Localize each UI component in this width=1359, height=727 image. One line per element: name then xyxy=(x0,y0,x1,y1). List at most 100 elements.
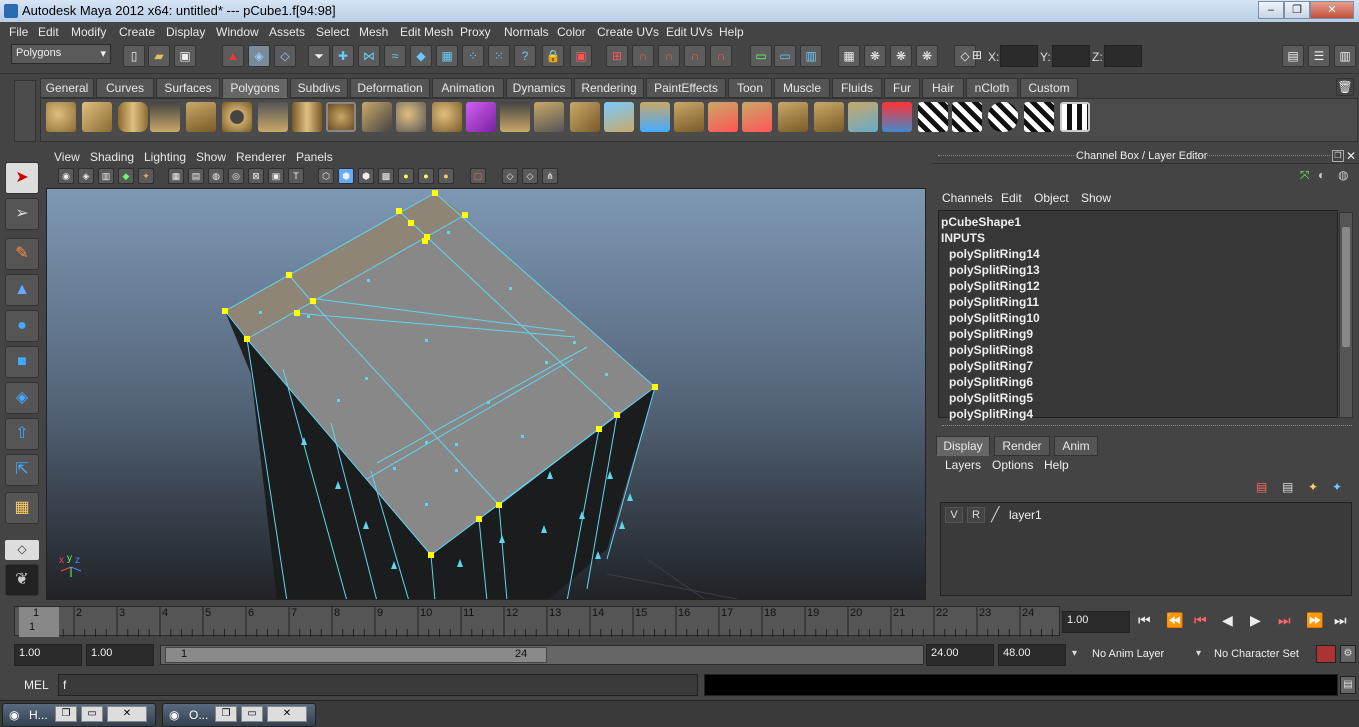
sculpt-icon[interactable] xyxy=(882,102,912,132)
minimize-button[interactable]: – xyxy=(1258,1,1284,19)
hull-icon[interactable]: ⁘ xyxy=(462,45,484,67)
select-tool-icon[interactable]: ➤ xyxy=(5,162,39,194)
poly-torus-icon[interactable] xyxy=(222,102,252,132)
menu-select[interactable]: Select xyxy=(316,25,349,39)
panel-menu-view[interactable]: View xyxy=(54,150,80,164)
bevel-icon[interactable] xyxy=(778,102,808,132)
snap-grid-icon[interactable]: ⊞ xyxy=(606,45,628,67)
anim-layer-selector[interactable]: No Anim Layer xyxy=(1088,644,1198,666)
wedge-icon[interactable] xyxy=(848,102,878,132)
tab-curves[interactable]: Curves xyxy=(96,78,154,98)
layer-reference-toggle[interactable]: R xyxy=(967,507,985,523)
layer-menu-options[interactable]: Options xyxy=(992,458,1033,472)
rotate-tool-icon[interactable]: ● xyxy=(5,310,39,342)
poly-cylinder-icon[interactable] xyxy=(118,102,148,132)
layer-name[interactable]: layer1 xyxy=(1009,508,1042,522)
merge-edge-icon[interactable] xyxy=(742,102,772,132)
current-time-field[interactable]: 1.00 xyxy=(1062,611,1130,633)
channel-item[interactable]: polySplitRing11 xyxy=(949,295,1039,309)
snap-plane-icon[interactable]: ∩ xyxy=(684,45,706,67)
poly-sphere-icon[interactable] xyxy=(46,102,76,132)
menu-create-uvs[interactable]: Create UVs xyxy=(597,25,659,39)
uv-mode-icon[interactable]: ◆ xyxy=(410,45,432,67)
channel-rotate-icon[interactable]: ◐ xyxy=(1318,168,1334,184)
step-back-key-icon[interactable]: ⏮ xyxy=(1194,612,1207,629)
float-panel-icon[interactable]: ❐ xyxy=(1332,150,1344,162)
tab-animation[interactable]: Animation xyxy=(432,78,504,98)
menu-color[interactable]: Color xyxy=(557,25,586,39)
trash-icon[interactable]: 🗑 xyxy=(1336,78,1354,96)
minimized-close-icon[interactable]: ✕ xyxy=(267,706,307,722)
layout-single-icon[interactable]: ◇ xyxy=(5,540,39,560)
shadows-icon[interactable]: ● xyxy=(438,168,454,184)
tab-fur[interactable]: Fur xyxy=(884,78,920,98)
tab-dynamics[interactable]: Dynamics xyxy=(506,78,572,98)
filter-icon[interactable]: ⏷ xyxy=(308,45,330,67)
gate-mask-icon[interactable]: ◎ xyxy=(228,168,244,184)
wireframe-on-shaded-icon[interactable]: ⬢ xyxy=(358,168,374,184)
render-frame-icon[interactable]: ❋ xyxy=(864,45,886,67)
all-lights-icon[interactable]: ● xyxy=(418,168,434,184)
minimized-close-icon[interactable]: ✕ xyxy=(107,706,147,722)
snap-live-icon[interactable]: ∩ xyxy=(710,45,732,67)
channel-item[interactable]: polySplitRing4 xyxy=(949,407,1033,421)
offset-edge-loop-icon[interactable] xyxy=(674,102,704,132)
close-panel-icon[interactable]: ✕ xyxy=(1346,149,1358,163)
channel-scroll-thumb[interactable] xyxy=(1342,227,1350,347)
character-set-selector[interactable]: No Character Set xyxy=(1210,644,1314,666)
wireframe-icon[interactable]: ⬡ xyxy=(318,168,334,184)
minimized-window-h[interactable]: ◉ H... ❐ ▭ ✕ xyxy=(2,703,156,727)
merge-vertices-icon[interactable] xyxy=(708,102,738,132)
channel-item[interactable]: polySplitRing7 xyxy=(949,359,1033,373)
tab-painteffects[interactable]: PaintEffects xyxy=(646,78,726,98)
tool-settings-icon[interactable]: ☰ xyxy=(1308,45,1330,67)
layer-star2-icon[interactable]: ✦ xyxy=(1332,480,1350,496)
safe-action-icon[interactable]: ▣ xyxy=(268,168,284,184)
channel-item[interactable]: polySplitRing10 xyxy=(949,311,1040,325)
channel-item[interactable]: polySplitRing13 xyxy=(949,263,1040,277)
tab-fluids[interactable]: Fluids xyxy=(832,78,882,98)
layer-menu-help[interactable]: Help xyxy=(1044,458,1069,472)
tab-toon[interactable]: Toon xyxy=(728,78,772,98)
panel-menu-show[interactable]: Show xyxy=(196,150,226,164)
smooth-shade-icon[interactable]: ⬢ xyxy=(338,168,354,184)
mode-selector[interactable]: Polygons ▾ xyxy=(11,44,111,64)
tab-subdivs[interactable]: Subdivs xyxy=(290,78,348,98)
channels-menu-object[interactable]: Object xyxy=(1034,191,1069,205)
channels-menu-edit[interactable]: Edit xyxy=(1001,191,1022,205)
extrude-icon[interactable] xyxy=(500,102,530,132)
xray-select-icon[interactable]: ▢ xyxy=(470,168,486,184)
smooth-icon[interactable] xyxy=(432,102,462,132)
menu-edit-mesh[interactable]: Edit Mesh xyxy=(400,25,453,39)
viewport-persp[interactable]: x y z xyxy=(46,188,926,600)
playback-start-field[interactable]: 1.00 xyxy=(86,644,154,666)
range-slider[interactable]: 1 24 xyxy=(160,645,924,665)
camera-select-icon[interactable]: ◉ xyxy=(58,168,74,184)
channel-box-icon[interactable]: ▥ xyxy=(1334,45,1356,67)
uv-cylindrical-icon[interactable] xyxy=(952,102,982,132)
script-editor-icon[interactable]: ▤ xyxy=(1340,676,1356,694)
channel-item[interactable]: polySplitRing5 xyxy=(949,391,1033,405)
insert-edge-loop-icon[interactable] xyxy=(640,102,670,132)
lock-icon[interactable]: 🔒 xyxy=(542,45,564,67)
menu-modify[interactable]: Modify xyxy=(71,25,106,39)
channel-move-icon[interactable]: ⤧ xyxy=(1300,168,1316,184)
show-manip-icon[interactable]: ⇱ xyxy=(5,454,39,486)
resolution-gate-icon[interactable]: ◍ xyxy=(208,168,224,184)
channel-item[interactable]: polySplitRing14 xyxy=(949,247,1040,261)
uv-planar-icon[interactable] xyxy=(918,102,948,132)
layer-star-icon[interactable]: ✦ xyxy=(1308,480,1326,496)
go-to-start-icon[interactable]: ⏮ xyxy=(1138,612,1151,629)
poly-cube-icon[interactable] xyxy=(82,102,112,132)
tab-surfaces[interactable]: Surfaces xyxy=(156,78,220,98)
menu-file[interactable]: File xyxy=(9,25,28,39)
channel-scale-icon[interactable]: ◍ xyxy=(1338,168,1354,184)
save-scene-icon[interactable]: ▣ xyxy=(174,45,196,67)
menu-window[interactable]: Window xyxy=(216,25,259,39)
film-gate-icon[interactable]: ▤ xyxy=(188,168,204,184)
tab-ncloth[interactable]: nCloth xyxy=(966,78,1018,98)
two-d-pan-icon[interactable]: ✦ xyxy=(138,168,154,184)
separate-icon[interactable] xyxy=(396,102,426,132)
command-input[interactable]: f xyxy=(58,674,698,696)
open-scene-icon[interactable]: ▰ xyxy=(148,45,170,67)
